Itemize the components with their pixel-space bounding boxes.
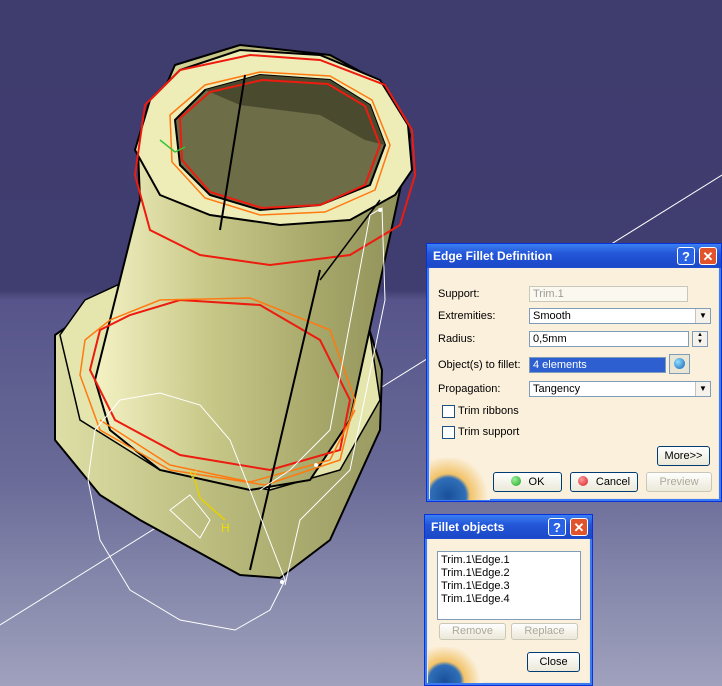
fillet-objects-dialog: Fillet objects ? ✕ Trim.1\Edge.1 Trim.1\… bbox=[424, 514, 593, 686]
extremities-value: Smooth bbox=[533, 310, 571, 322]
propagation-label: Propagation: bbox=[438, 383, 501, 395]
catia-logo bbox=[430, 458, 490, 500]
close-button[interactable]: Close bbox=[527, 652, 580, 672]
cancel-button[interactable]: Cancel bbox=[570, 472, 638, 492]
list-item[interactable]: Trim.1\Edge.1 bbox=[441, 554, 577, 567]
more-button[interactable]: More>> bbox=[657, 446, 710, 466]
edge-fillet-body: Support: Trim.1 Extremities: Smooth ▼ Ra… bbox=[430, 268, 718, 500]
list-item[interactable]: Trim.1\Edge.3 bbox=[441, 580, 577, 593]
replace-button[interactable]: Replace bbox=[511, 623, 578, 640]
extremities-dropdown[interactable]: Smooth ▼ bbox=[529, 308, 711, 324]
preview-button[interactable]: Preview bbox=[646, 472, 712, 492]
fillet-objects-titlebar[interactable]: Fillet objects ? ✕ bbox=[425, 515, 592, 539]
radius-input[interactable]: 0,5mm bbox=[529, 331, 689, 347]
propagation-dropdown[interactable]: Tangency ▼ bbox=[529, 381, 711, 397]
edge-fillet-title: Edge Fillet Definition bbox=[433, 249, 553, 263]
support-field: Trim.1 bbox=[529, 286, 688, 302]
edge-fillet-titlebar[interactable]: Edge Fillet Definition ? ✕ bbox=[427, 244, 721, 268]
edit-list-icon[interactable] bbox=[669, 354, 690, 374]
objects-field[interactable]: 4 elements bbox=[529, 357, 666, 373]
close-icon[interactable]: ✕ bbox=[699, 247, 717, 265]
fillet-objects-title: Fillet objects bbox=[431, 520, 505, 534]
list-item[interactable]: Trim.1\Edge.2 bbox=[441, 567, 577, 580]
radius-label: Radius: bbox=[438, 333, 476, 345]
chevron-down-icon[interactable]: ▼ bbox=[695, 382, 710, 396]
list-item[interactable]: Trim.1\Edge.4 bbox=[441, 593, 577, 606]
fillet-objects-list[interactable]: Trim.1\Edge.1 Trim.1\Edge.2 Trim.1\Edge.… bbox=[437, 551, 581, 620]
close-icon[interactable]: ✕ bbox=[570, 518, 588, 536]
edge-fillet-dialog: Edge Fillet Definition ? ✕ Support: Trim… bbox=[426, 243, 722, 502]
extremities-label: Extremities: bbox=[438, 310, 496, 322]
help-button[interactable]: ? bbox=[548, 518, 566, 536]
remove-button[interactable]: Remove bbox=[439, 623, 506, 640]
axis-v-label: V bbox=[189, 468, 198, 482]
trim-ribbons-label: Trim ribbons bbox=[458, 405, 519, 417]
radius-spinner[interactable]: ▲ ▼ bbox=[692, 331, 708, 347]
cancel-label: Cancel bbox=[595, 476, 631, 488]
ok-label: OK bbox=[528, 476, 545, 488]
cancel-icon bbox=[577, 476, 588, 486]
catia-logo bbox=[428, 647, 483, 683]
propagation-value: Tangency bbox=[533, 383, 581, 395]
objects-label: Object(s) to fillet: bbox=[438, 359, 521, 371]
support-label: Support: bbox=[438, 288, 480, 300]
ok-icon bbox=[510, 476, 521, 486]
radius-value: 0,5mm bbox=[533, 333, 567, 345]
chevron-down-icon[interactable]: ▼ bbox=[695, 309, 710, 323]
axis-h-label: H bbox=[221, 521, 230, 535]
trim-support-checkbox[interactable] bbox=[442, 426, 455, 439]
fillet-objects-body: Trim.1\Edge.1 Trim.1\Edge.2 Trim.1\Edge.… bbox=[428, 539, 589, 683]
ok-button[interactable]: OK bbox=[493, 472, 562, 492]
help-button[interactable]: ? bbox=[677, 247, 695, 265]
trim-support-label: Trim support bbox=[458, 426, 520, 438]
trim-ribbons-checkbox[interactable] bbox=[442, 405, 455, 418]
